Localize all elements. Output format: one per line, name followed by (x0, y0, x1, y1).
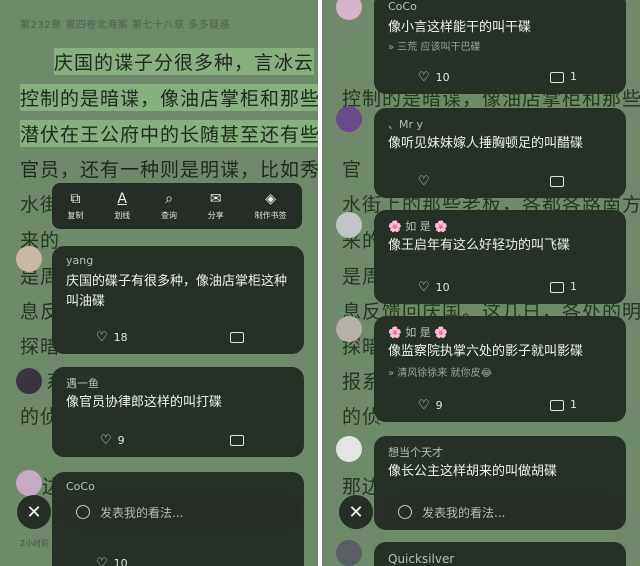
heart-icon: ♡ (96, 556, 108, 566)
lookup-button[interactable]: ⌕ 查询 (161, 191, 177, 221)
comment-icon (550, 281, 564, 293)
reply-button[interactable]: 1 (550, 398, 577, 411)
left-reader-panel: 第232章 第四卷北海案 第七十八章 多多疑惑 庆国的谍子分很多种，言冰云 控制… (0, 0, 318, 566)
share-icon: ✉ (209, 191, 222, 207)
comment-icon (550, 175, 564, 187)
reply-button[interactable]: 1 (550, 70, 577, 83)
like-button[interactable]: ♡ 10 (418, 280, 450, 295)
share-button[interactable]: ✉ 分享 (208, 191, 224, 221)
comment-text: 像听见妹妹嫁人捶胸顿足的叫醋碟 (388, 136, 584, 151)
like-button[interactable]: ♡ 9 (100, 433, 125, 448)
avatar[interactable] (16, 470, 42, 496)
card-icon: ◈ (265, 191, 276, 207)
avatar[interactable] (16, 368, 42, 394)
selection-toolbar: ⧉ 复制 A 划线 ⌕ 查询 ✉ 分享 ◈ 制作书签 (52, 183, 302, 229)
heart-icon: ♡ (100, 433, 112, 448)
make-card-button[interactable]: ◈ 制作书签 (255, 191, 287, 221)
comment-input[interactable]: 发表我的看法... (62, 495, 302, 529)
comment-card[interactable]: Quicksilver (374, 542, 626, 566)
heart-icon: ♡ (96, 330, 108, 345)
avatar[interactable] (336, 106, 362, 132)
comment-card[interactable]: 🌸 如 是 🌸 像监察院执掌六处的影子就叫影碟 » 清风徐徐来 就你皮😂 ♡ 9 … (374, 316, 626, 422)
avatar[interactable] (16, 246, 42, 272)
search-icon: ⌕ (165, 191, 173, 207)
comment-icon (230, 434, 244, 446)
reply-preview[interactable]: » 三荒 应该叫干巴碟 (388, 38, 480, 53)
reply-button[interactable] (230, 433, 250, 446)
reply-button[interactable] (550, 174, 570, 187)
comment-text: 像王启年有这么好轻功的叫飞碟 (388, 238, 571, 253)
comment-edit-icon (398, 505, 412, 519)
copy-button[interactable]: ⧉ 复制 (67, 191, 83, 221)
comment-user: CoCo (388, 0, 417, 13)
close-button[interactable]: ✕ (339, 495, 373, 529)
comment-user: yang (66, 254, 94, 267)
comment-input[interactable]: 发表我的看法... (384, 495, 624, 529)
comment-text: 像小言这样能干的叫干碟 (388, 20, 532, 35)
comment-user: 遇一鱼 (66, 377, 99, 390)
text-line: 官员，还有一种则是明谍，比如秀 (20, 159, 318, 181)
right-reader-panel: 控制的是暗谍，像油店掌柜和那些 官 水街上的那些老板，各都各路南方 来的 是周 … (322, 0, 640, 566)
text-line: 控制的是暗谍，像油店掌柜和那些 (20, 84, 318, 111)
text-line: 官 (342, 159, 363, 181)
like-button[interactable]: ♡ (418, 174, 436, 189)
heart-icon: ♡ (418, 280, 430, 295)
comment-text: 像长公主这样胡来的叫做胡碟 (388, 464, 558, 479)
comment-user: 想当个天才 (388, 446, 443, 459)
close-button[interactable]: ✕ (17, 495, 51, 529)
copy-icon: ⧉ (70, 191, 81, 207)
reply-preview[interactable]: » 清风徐徐来 就你皮😂 (388, 364, 492, 379)
underline-icon: A (117, 191, 127, 207)
comment-card[interactable]: 、Mr y 像听见妹妹嫁人捶胸顿足的叫醋碟 ♡ (374, 108, 626, 198)
comment-icon (230, 331, 244, 343)
text-line: 潜伏在王公府中的长随甚至还有些 (20, 120, 318, 147)
avatar[interactable] (336, 540, 362, 566)
text-line: 庆国的谍子分很多种，言冰云 (54, 48, 315, 75)
comment-card[interactable]: 遇一鱼 像官员协律郎这样的叫打碟 ♡ 9 (52, 367, 304, 457)
comment-icon (550, 399, 564, 411)
heart-icon: ♡ (418, 398, 430, 413)
comment-icon (550, 71, 564, 83)
comment-user: 🌸 如 是 🌸 (388, 220, 448, 233)
heart-icon: ♡ (418, 174, 430, 189)
like-button[interactable]: ♡ 10 (96, 556, 128, 566)
comment-text: 庆国的碟子有很多种，像油店掌柜这种叫油碟 (66, 274, 288, 309)
like-button[interactable]: ♡ 10 (418, 70, 450, 85)
like-button[interactable]: ♡ 9 (418, 398, 443, 413)
heart-icon: ♡ (418, 70, 430, 85)
comment-text: 像监察院执掌六处的影子就叫影碟 (388, 344, 584, 359)
avatar[interactable] (336, 0, 362, 20)
avatar[interactable] (336, 316, 362, 342)
comment-user: 🌸 如 是 🌸 (388, 326, 448, 339)
comment-edit-icon (76, 505, 90, 519)
avatar[interactable] (336, 212, 362, 238)
avatar[interactable] (336, 436, 362, 462)
comment-user: 、Mr y (388, 118, 424, 131)
comment-card[interactable]: 🌸 如 是 🌸 像王启年有这么好轻功的叫飞碟 ♡ 10 1 (374, 210, 626, 304)
timestamp: 2小时前 (20, 539, 50, 548)
comment-user: CoCo (66, 480, 95, 493)
comment-card[interactable]: CoCo 像小言这样能干的叫干碟 » 三荒 应该叫干巴碟 ♡ 10 1 (374, 0, 626, 94)
reply-button[interactable] (230, 330, 250, 343)
comment-card[interactable]: yang 庆国的碟子有很多种，像油店掌柜这种叫油碟 ♡ 18 (52, 246, 304, 354)
chapter-breadcrumb: 第232章 第四卷北海案 第七十八章 多多疑惑 (20, 20, 231, 31)
underline-button[interactable]: A 划线 (114, 191, 130, 221)
comment-user: Quicksilver (388, 552, 455, 566)
comment-text: 像官员协律郎这样的叫打碟 (66, 395, 223, 410)
like-button[interactable]: ♡ 18 (96, 330, 128, 345)
reply-button[interactable]: 1 (550, 280, 577, 293)
